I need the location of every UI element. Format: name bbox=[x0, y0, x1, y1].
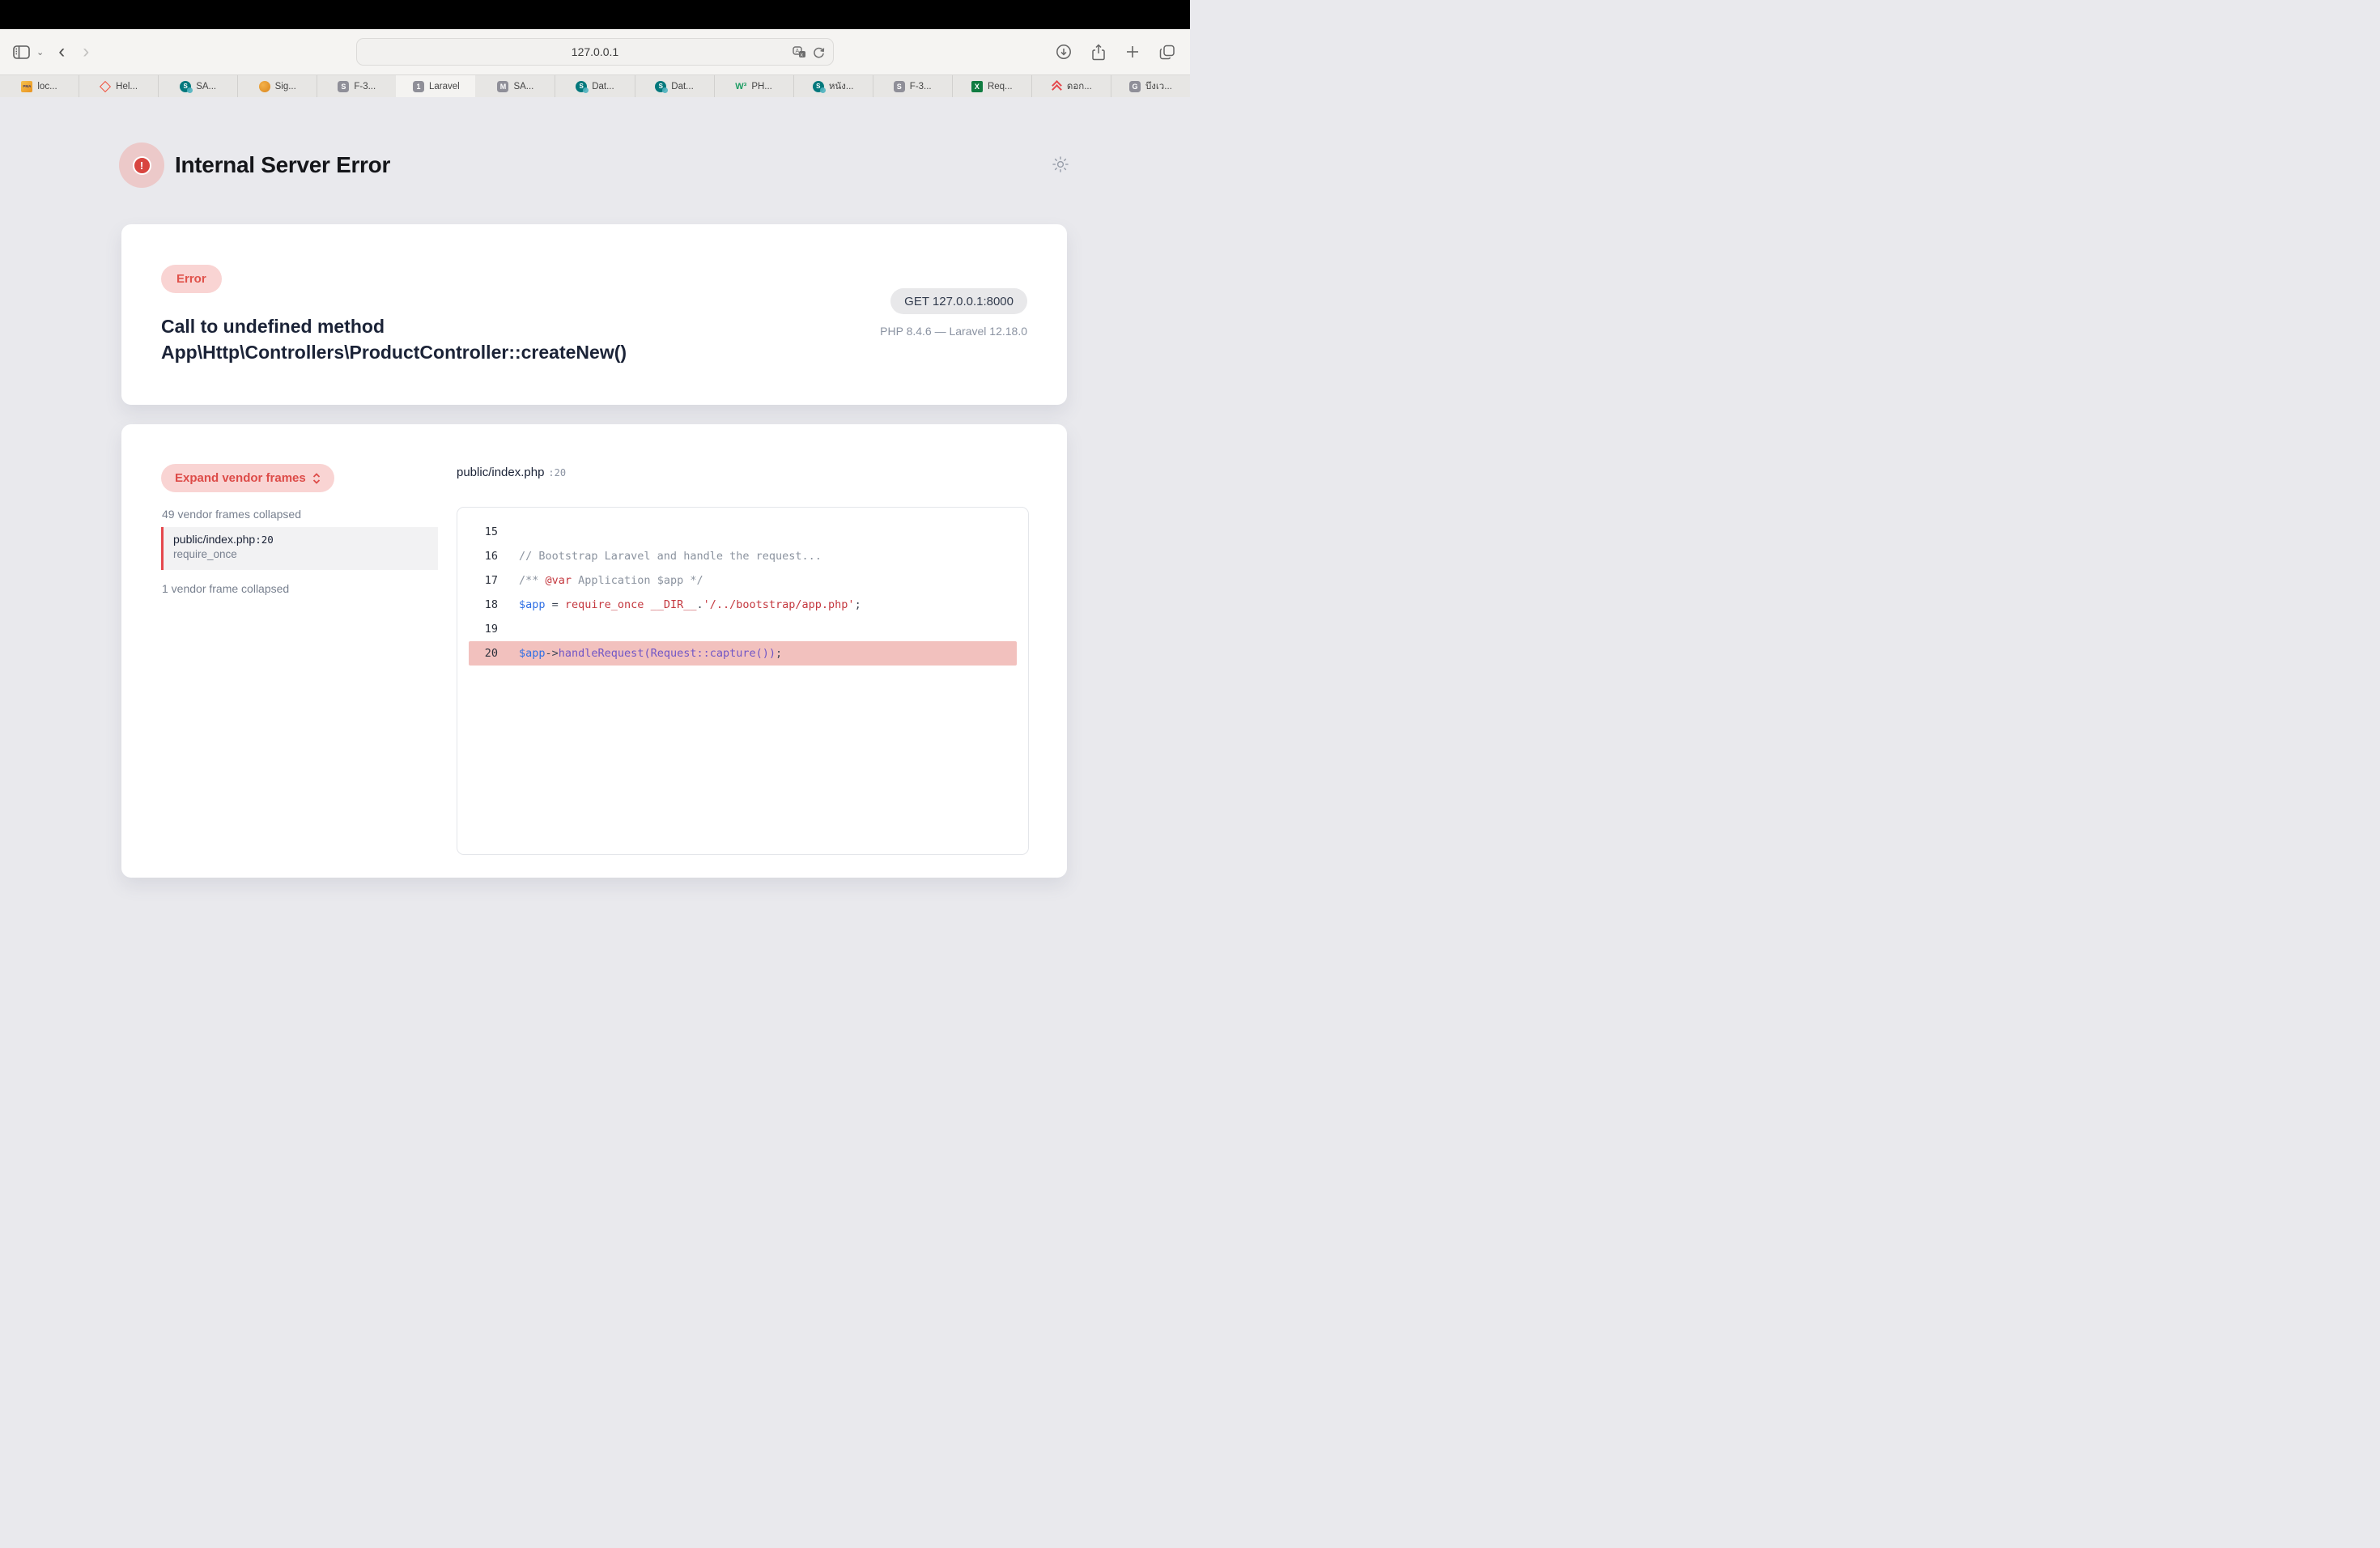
browser-tab[interactable]: X Req... bbox=[952, 75, 1031, 97]
letter-favicon: S bbox=[338, 81, 349, 92]
address-bar[interactable]: 127.0.0.1 A x bbox=[356, 38, 834, 66]
sharepoint-favicon: S bbox=[180, 81, 191, 92]
code-source bbox=[498, 520, 519, 544]
error-alert-icon: ! bbox=[119, 142, 164, 188]
tab-label: ดอก... bbox=[1067, 79, 1092, 94]
browser-tab[interactable]: 1 Laravel bbox=[396, 75, 475, 97]
browser-toolbar: ⌄ ‹ › 127.0.0.1 A x bbox=[0, 29, 1190, 74]
line-number: 15 bbox=[457, 520, 498, 544]
frame-file: public/index.php:20 bbox=[173, 533, 438, 546]
browser-tab[interactable]: Hel... bbox=[79, 75, 158, 97]
tab-label: F-3... bbox=[354, 82, 376, 91]
stack-frame-item[interactable]: public/index.php:20 require_once bbox=[161, 527, 438, 570]
reload-icon[interactable] bbox=[813, 46, 825, 58]
tab-label: SA... bbox=[196, 82, 216, 91]
tab-label: Laravel bbox=[429, 82, 460, 91]
url-text: 127.0.0.1 bbox=[572, 45, 618, 58]
code-line: 17/** @var Application $app */ bbox=[457, 568, 1028, 593]
browser-tab[interactable]: ดอก... bbox=[1031, 75, 1111, 97]
tab-label: Dat... bbox=[671, 82, 693, 91]
code-line: 19 bbox=[457, 617, 1028, 641]
code-snippet-panel[interactable]: 1516// Bootstrap Laravel and handle the … bbox=[457, 507, 1029, 855]
letter-favicon: M bbox=[497, 81, 508, 92]
tab-label: บึงเว... bbox=[1145, 79, 1172, 94]
letter-favicon: S bbox=[894, 81, 905, 92]
code-panel-header: public/index.php:20 bbox=[457, 466, 566, 480]
sharepoint-favicon: S bbox=[655, 81, 666, 92]
code-line: 18$app = require_once __DIR__.'/../boots… bbox=[457, 593, 1028, 617]
browser-tab[interactable]: S F-3... bbox=[873, 75, 952, 97]
code-source: // Bootstrap Laravel and handle the requ… bbox=[498, 544, 822, 568]
sidebar-toggle-icon[interactable] bbox=[13, 45, 30, 59]
tab-label: Sig... bbox=[275, 82, 296, 91]
translate-icon[interactable]: A x bbox=[793, 46, 806, 58]
vendor-frames-collapsed-top: 49 vendor frames collapsed bbox=[162, 508, 301, 521]
w3-favicon: W³ bbox=[735, 81, 746, 92]
svg-text:A: A bbox=[796, 49, 800, 54]
tab-label: SA... bbox=[513, 82, 533, 91]
browser-tab[interactable]: PMA loc... bbox=[0, 75, 79, 97]
code-source: $app->handleRequest(Request::capture()); bbox=[498, 641, 782, 666]
excel-favicon: X bbox=[971, 81, 983, 92]
browser-tab[interactable]: S Dat... bbox=[555, 75, 634, 97]
expand-vendor-frames-button[interactable]: Expand vendor frames bbox=[161, 464, 334, 492]
downloads-icon[interactable] bbox=[1056, 44, 1072, 60]
line-number: 18 bbox=[457, 593, 498, 617]
code-line-highlighted: 20$app->handleRequest(Request::capture()… bbox=[469, 641, 1017, 666]
line-number: 20 bbox=[469, 641, 498, 666]
globe-favicon bbox=[259, 81, 270, 92]
browser-tab[interactable]: G บึงเว... bbox=[1111, 75, 1190, 97]
expand-chevrons-icon bbox=[312, 473, 321, 484]
line-number: 19 bbox=[457, 617, 498, 641]
stack-trace-card: Expand vendor frames 49 vendor frames co… bbox=[121, 424, 1067, 878]
share-icon[interactable] bbox=[1091, 44, 1106, 61]
sidebar-chevron-icon[interactable]: ⌄ bbox=[36, 47, 44, 57]
code-line: 16// Bootstrap Laravel and handle the re… bbox=[457, 544, 1028, 568]
code-source bbox=[498, 617, 519, 641]
error-type-badge: Error bbox=[161, 265, 222, 293]
tab-label: F-3... bbox=[910, 82, 932, 91]
new-tab-icon[interactable] bbox=[1125, 45, 1140, 59]
browser-tab[interactable]: S Dat... bbox=[635, 75, 714, 97]
back-button[interactable]: ‹ bbox=[55, 42, 68, 62]
tab-label: Dat... bbox=[592, 82, 614, 91]
vendor-frames-collapsed-bottom: 1 vendor frame collapsed bbox=[162, 582, 289, 595]
browser-tab[interactable]: W³ PH... bbox=[714, 75, 793, 97]
laravel-favicon bbox=[100, 81, 111, 92]
browser-tab[interactable]: S F-3... bbox=[317, 75, 396, 97]
tab-overview-icon[interactable] bbox=[1159, 45, 1175, 60]
browser-tab[interactable]: S หนัง... bbox=[793, 75, 873, 97]
letter-favicon: 1 bbox=[413, 81, 424, 92]
sharepoint-favicon: S bbox=[576, 81, 587, 92]
request-badge: GET 127.0.0.1:8000 bbox=[890, 288, 1027, 314]
code-source: /** @var Application $app */ bbox=[498, 568, 703, 593]
tab-bar: PMA loc... Hel... S SA... Sig... S F-3... 1 Larav… bbox=[0, 74, 1190, 97]
tab-label: Req... bbox=[988, 82, 1013, 91]
letter-favicon: G bbox=[1129, 81, 1141, 92]
tab-label: Hel... bbox=[116, 82, 138, 91]
browser-tab[interactable]: S SA... bbox=[158, 75, 237, 97]
error-message: Call to undefined method App\Http\Contro… bbox=[161, 313, 627, 365]
tab-label: loc... bbox=[37, 82, 57, 91]
error-page: ! Internal Server Error Error Call to un… bbox=[0, 97, 1190, 774]
sharepoint-favicon: S bbox=[813, 81, 824, 92]
line-number: 16 bbox=[457, 544, 498, 568]
tab-label: PH... bbox=[751, 82, 772, 91]
code-source: $app = require_once __DIR__.'/../bootstr… bbox=[498, 593, 861, 617]
environment-versions: PHP 8.4.6 — Laravel 12.18.0 bbox=[880, 325, 1027, 338]
page-title: Internal Server Error bbox=[175, 152, 390, 178]
browser-tab[interactable]: M SA... bbox=[475, 75, 555, 97]
frame-method: require_once bbox=[173, 548, 438, 560]
code-line: 15 bbox=[457, 520, 1028, 544]
theme-toggle-sun-icon[interactable] bbox=[1052, 155, 1069, 173]
browser-tab[interactable]: Sig... bbox=[237, 75, 317, 97]
chevrons-favicon bbox=[1051, 81, 1062, 92]
forward-button[interactable]: › bbox=[79, 42, 92, 62]
pma-favicon: PMA bbox=[21, 81, 32, 92]
error-summary-card: Error Call to undefined method App\Http\… bbox=[121, 224, 1067, 405]
line-number: 17 bbox=[457, 568, 498, 593]
tab-label: หนัง... bbox=[829, 79, 854, 94]
macos-menubar bbox=[0, 0, 1190, 29]
